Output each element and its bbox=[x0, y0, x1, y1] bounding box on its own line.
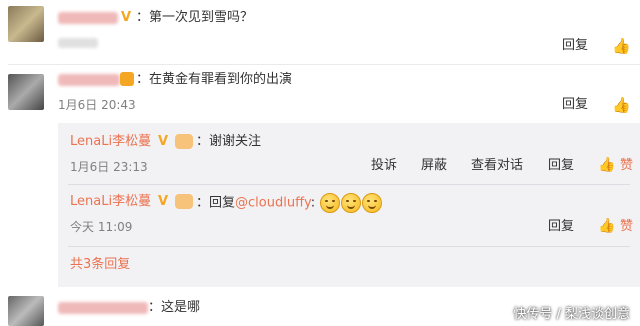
reply-text: ：谢谢关注 bbox=[196, 134, 262, 149]
reply-button[interactable]: 回复 bbox=[562, 97, 588, 113]
like-icon[interactable]: 👍 bbox=[612, 37, 631, 55]
vip-icon: V bbox=[158, 134, 169, 149]
avatar[interactable] bbox=[8, 296, 44, 326]
view-conversation-button[interactable]: 查看对话 bbox=[471, 158, 523, 174]
like-icon[interactable]: 👍 bbox=[598, 218, 615, 234]
member-badge-icon bbox=[175, 194, 193, 209]
like-label[interactable]: 赞 bbox=[620, 219, 633, 235]
like-label[interactable]: 赞 bbox=[620, 158, 633, 174]
comment-text: ：这是哪 bbox=[148, 300, 201, 315]
smile-emoji-icon bbox=[341, 193, 362, 213]
blurred-username[interactable] bbox=[58, 74, 120, 86]
divider bbox=[68, 246, 630, 247]
divider bbox=[68, 184, 630, 185]
reply-colon: : bbox=[310, 195, 316, 211]
reply-time: 今天 11:09 bbox=[70, 220, 133, 234]
blurred-username[interactable] bbox=[58, 302, 148, 314]
blurred-time bbox=[58, 38, 98, 48]
avatar[interactable] bbox=[8, 6, 44, 42]
like-icon[interactable]: 👍 bbox=[598, 157, 615, 173]
block-button[interactable]: 屏蔽 bbox=[421, 158, 447, 174]
smile-emoji-icon bbox=[320, 193, 341, 213]
reply-button[interactable]: 回复 bbox=[562, 38, 588, 54]
divider bbox=[8, 64, 640, 65]
more-replies-link[interactable]: 共3条回复 bbox=[70, 257, 130, 273]
comment-time: 1月6日 20:43 bbox=[58, 98, 136, 112]
comment-text: ：第一次见到雪吗？ bbox=[136, 10, 254, 25]
avatar[interactable] bbox=[8, 74, 44, 110]
watermark: 快传号 / 梨浅谈创意 bbox=[513, 307, 630, 322]
mention-link[interactable]: @cloudluffy bbox=[235, 196, 311, 211]
comment-text: ：在黄金有罪看到你的出演 bbox=[136, 72, 293, 87]
reply-username[interactable]: LenaLi李松蔓 bbox=[70, 194, 151, 210]
smile-emoji-icon bbox=[362, 193, 383, 213]
reply-text: ：回复@cloudluffy: bbox=[196, 193, 383, 213]
report-button[interactable]: 投诉 bbox=[371, 158, 397, 174]
reply-prefix: ：回复 bbox=[196, 195, 236, 211]
reply-username[interactable]: LenaLi李松蔓 bbox=[70, 134, 151, 150]
vip-icon: V bbox=[121, 10, 132, 25]
reply-button[interactable]: 回复 bbox=[548, 219, 574, 235]
blurred-username[interactable] bbox=[58, 12, 118, 24]
reply-button[interactable]: 回复 bbox=[548, 158, 574, 174]
vip-badge-icon bbox=[120, 72, 134, 86]
like-icon[interactable]: 👍 bbox=[612, 96, 631, 114]
vip-icon: V bbox=[158, 194, 169, 209]
member-badge-icon bbox=[175, 134, 193, 149]
reply-time: 1月6日 23:13 bbox=[70, 160, 148, 174]
